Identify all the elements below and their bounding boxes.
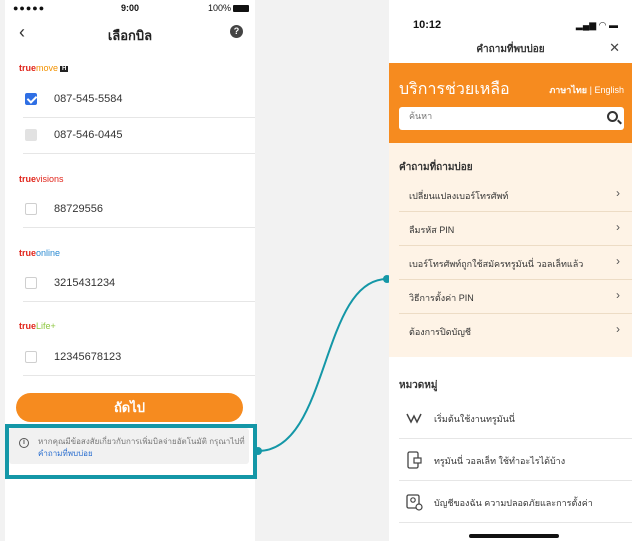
close-icon[interactable]: ✕ bbox=[609, 40, 620, 56]
page-title: คำถามที่พบบ่อย bbox=[476, 44, 545, 55]
help-title: บริการช่วยเหลือ bbox=[399, 81, 510, 98]
status-time: 10:12 bbox=[413, 19, 442, 31]
faq-item[interactable]: วิธีการตั้งค่า PIN › bbox=[399, 280, 632, 314]
search-box[interactable] bbox=[399, 107, 624, 130]
wallet-icon bbox=[406, 413, 422, 424]
faq-item[interactable]: ต้องการปิดบัญชี › bbox=[399, 314, 632, 348]
lang-english[interactable]: English bbox=[594, 85, 624, 95]
faq-heading: คำถามที่ถามบ่อย bbox=[399, 162, 473, 173]
help-header: บริการช่วยเหลือ ภาษาไทย | English bbox=[389, 63, 632, 143]
home-indicator bbox=[469, 534, 559, 538]
search-input[interactable] bbox=[409, 111, 589, 121]
chevron-right-icon: › bbox=[616, 220, 620, 234]
chevron-right-icon: › bbox=[616, 186, 620, 200]
category-item[interactable]: ทรูมันนี่ วอลเล็ท ใช้ทำอะไรได้บ้าง bbox=[399, 439, 632, 481]
phone-wallet-icon bbox=[407, 451, 422, 469]
search-icon[interactable] bbox=[607, 111, 618, 122]
chevron-right-icon: › bbox=[616, 322, 620, 336]
category-heading: หมวดหมู่ bbox=[399, 380, 438, 391]
faq-screen: 10:12 ▂▄▆ ◠ ▬ คำถามที่พบบ่อย ✕ บริการช่ว… bbox=[389, 0, 632, 541]
category-item[interactable]: บัญชีของฉัน ความปลอดภัยและการตั้งค่า bbox=[399, 481, 632, 523]
connector-path bbox=[257, 278, 388, 452]
chevron-right-icon: › bbox=[616, 288, 620, 302]
status-icons: ▂▄▆ ◠ ▬ bbox=[575, 20, 618, 30]
category-item[interactable]: เริ่มต้นใช้งานทรูมันนี่ bbox=[399, 397, 632, 439]
chevron-right-icon: › bbox=[616, 254, 620, 268]
faq-item[interactable]: เปลี่ยนแปลงเบอร์โทรศัพท์ › bbox=[399, 178, 632, 212]
faq-section: คำถามที่ถามบ่อย เปลี่ยนแปลงเบอร์โทรศัพท์… bbox=[389, 143, 632, 357]
faq-item[interactable]: เบอร์โทรศัพท์ถูกใช้สมัครทรูมันนี่ วอลเล็… bbox=[399, 246, 632, 280]
nav-bar: คำถามที่พบบ่อย ✕ bbox=[389, 40, 632, 62]
lang-thai[interactable]: ภาษาไทย bbox=[549, 85, 587, 95]
connector-start-dot bbox=[254, 447, 262, 455]
account-security-icon bbox=[406, 494, 423, 511]
language-switch: ภาษาไทย | English bbox=[549, 85, 624, 95]
faq-item[interactable]: ลืมรหัส PIN › bbox=[399, 212, 632, 246]
